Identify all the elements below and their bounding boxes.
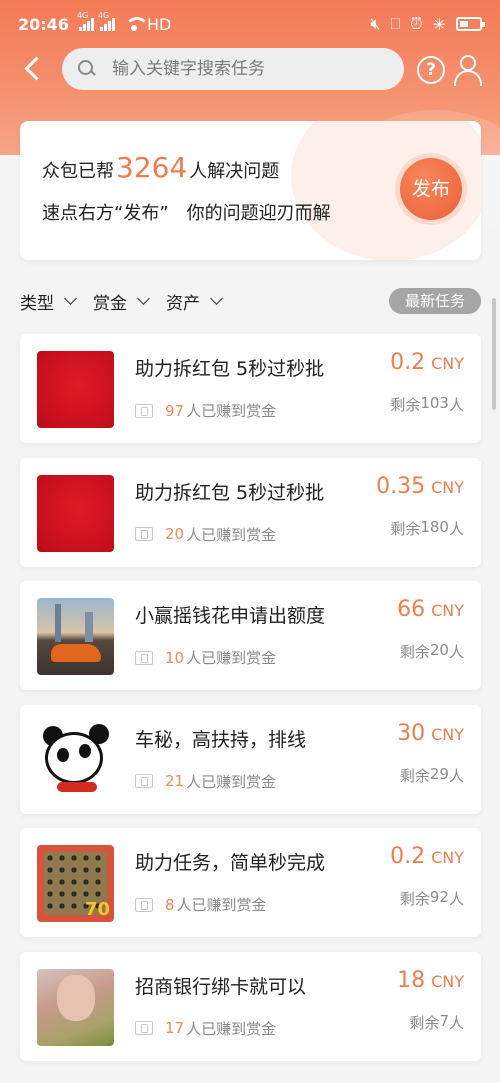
status-bar: 20:46 4G 4G HD 🔇︎ ⎕ ⏰︎ ✳︎ [0, 0, 500, 48]
task-remaining: 剩余 7 人 [409, 1011, 464, 1032]
top-bar: ? [0, 48, 500, 90]
chevron-down-icon [137, 291, 150, 305]
task-title: 招商银行绑卡就可以 [135, 975, 307, 998]
ticket-icon [135, 774, 153, 789]
task-thumbnail [37, 598, 114, 676]
ticket-icon [135, 650, 153, 665]
task-remaining: 剩余 103 人 [390, 394, 464, 414]
ticket-icon [135, 403, 153, 418]
task-reward: 0.35 CNY [376, 473, 464, 499]
task-reward: 0.2 CNY [390, 844, 464, 870]
task-reward: 30 CNY [397, 720, 464, 746]
search-icon [78, 60, 96, 78]
banner-prefix: 众包已帮 [42, 161, 114, 182]
task-card[interactable]: 助力拆红包 5秒过秒批 97 人已赚到赏金 0.2 CNY 剩余 103 人 [20, 334, 481, 443]
search-box[interactable] [62, 48, 404, 90]
task-reward: 18 CNY [397, 967, 464, 993]
task-earned: 20 人已赚到赏金 [135, 524, 276, 545]
cell-signal-icon-2: 4G [98, 11, 115, 31]
latest-tasks-button[interactable]: 最新任务 [389, 288, 481, 314]
chevron-down-icon [64, 291, 77, 305]
scrollbar[interactable] [492, 298, 496, 410]
task-card[interactable]: 助力拆红包 5秒过秒批 20 人已赚到赏金 0.35 CNY 剩余 180 人 [20, 457, 481, 567]
task-thumbnail [37, 968, 114, 1046]
bluetooth-icon: ✳︎ [432, 14, 446, 34]
task-title: 车秘，高扶持，排线 [135, 728, 307, 751]
publish-button[interactable]: 发布 [400, 158, 462, 220]
wifi-icon [124, 17, 149, 31]
cell-signal-icon: 4G [77, 11, 94, 31]
mute-icon: 🔇︎ [370, 14, 381, 33]
task-title: 助力拆红包 5秒过秒批 [135, 481, 325, 504]
task-remaining: 剩余 29 人 [399, 764, 464, 785]
ticket-icon [135, 527, 153, 542]
filter-reward[interactable]: 赏金 [93, 289, 150, 314]
task-card[interactable]: 车秘，高扶持，排线 21 人已赚到赏金 30 CNY 剩余 29 人 [20, 704, 481, 814]
user-icon[interactable] [452, 54, 482, 86]
ticket-icon [135, 1021, 153, 1036]
task-list: 助力拆红包 5秒过秒批 97 人已赚到赏金 0.2 CNY 剩余 103 人 助力拆… [20, 334, 481, 1076]
ticket-icon [135, 897, 153, 912]
task-title: 助力拆红包 5秒过秒批 [135, 358, 325, 380]
stats-banner: 众包已帮 3264 人解决问题 速点右方“发布” 你的问题迎刃而解 发布 [20, 121, 481, 260]
banner-count: 3264 [116, 151, 188, 184]
task-thumbnail [37, 351, 114, 428]
task-earned: 21 人已赚到赏金 [135, 771, 276, 792]
search-input[interactable] [112, 59, 372, 79]
banner-stats-line: 众包已帮 3264 人解决问题 [42, 151, 279, 184]
task-thumbnail [37, 474, 114, 552]
filter-asset[interactable]: 资产 [166, 289, 223, 314]
banner-suffix: 人解决问题 [189, 161, 280, 182]
task-reward: 0.2 CNY [390, 350, 464, 375]
task-earned: 97 人已赚到赏金 [135, 400, 276, 421]
filter-type[interactable]: 类型 [20, 289, 77, 314]
help-icon[interactable]: ? [417, 56, 445, 84]
task-reward: 66 CNY [397, 597, 464, 623]
network-label: HD [146, 14, 172, 34]
task-thumbnail: 70 [37, 845, 114, 923]
task-title: 助力任务，简单秒完成 [135, 852, 326, 875]
alarm-icon: ⏰︎ [410, 14, 423, 33]
chevron-down-icon [210, 291, 223, 305]
task-earned: 10 人已赚到赏金 [135, 647, 276, 668]
task-title: 小赢摇钱花申请出额度 [135, 605, 326, 628]
task-remaining: 剩余 20 人 [399, 641, 464, 662]
task-remaining: 剩余 180 人 [390, 517, 464, 538]
task-card[interactable]: 70 助力任务，简单秒完成 8 人已赚到赏金 0.2 CNY 剩余 92 人 [20, 828, 481, 938]
task-card[interactable]: 小赢摇钱花申请出额度 10 人已赚到赏金 66 CNY 剩余 20 人 [20, 581, 481, 691]
task-card[interactable]: 招商银行绑卡就可以 17 人已赚到赏金 18 CNY 剩余 7 人 [20, 951, 481, 1061]
task-earned: 8 人已赚到赏金 [135, 894, 267, 915]
task-remaining: 剩余 92 人 [399, 888, 464, 909]
vibrate-icon: ⎕ [390, 14, 401, 33]
task-earned: 17 人已赚到赏金 [135, 1018, 276, 1039]
filter-bar: 类型 赏金 资产 最新任务 [20, 288, 481, 314]
battery-icon [456, 17, 485, 31]
back-button[interactable] [20, 56, 46, 82]
task-thumbnail [37, 721, 114, 799]
status-time: 20:46 [18, 14, 69, 34]
banner-hint: 速点右方“发布” 你的问题迎刃而解 [42, 203, 331, 224]
